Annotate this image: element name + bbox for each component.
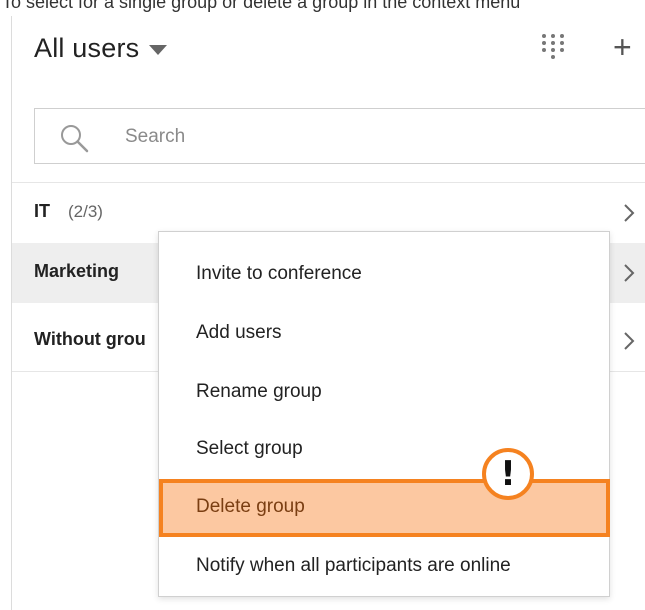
menu-item-label: Notify when all participants are online [196, 555, 511, 576]
menu-item-label: Select group [196, 438, 303, 459]
chevron-right-icon [624, 264, 635, 282]
group-name: IT [34, 201, 50, 221]
menu-item-invite-to-conference[interactable]: Invite to conference [159, 246, 609, 302]
panel-header: All users + [12, 16, 645, 80]
menu-item-label: Invite to conference [196, 263, 362, 284]
search-field [34, 108, 645, 164]
top-caption: To select for a single group or delete a… [2, 0, 521, 12]
menu-item-label: Delete group [196, 496, 305, 517]
search-icon [61, 125, 89, 153]
menu-item-rename-group[interactable]: Rename group [159, 364, 609, 420]
warning-symbol: ! [500, 454, 516, 494]
menu-item-notify-when-online[interactable]: Notify when all participants are online [159, 538, 609, 594]
plus-icon[interactable]: + [613, 31, 632, 63]
menu-item-delete-group[interactable]: Delete group [159, 479, 610, 537]
all-users-dropdown[interactable]: All users [34, 30, 168, 66]
menu-item-select-group[interactable]: Select group [159, 421, 609, 477]
chevron-right-icon [624, 204, 635, 222]
group-name: Marketing [34, 261, 120, 281]
warning-callout-icon: ! [482, 448, 534, 500]
group-name: Without grou [34, 329, 146, 349]
page-title: All users [34, 32, 140, 63]
search-input[interactable] [123, 119, 627, 155]
menu-item-label: Rename group [196, 381, 322, 402]
dialpad-icon[interactable] [540, 33, 566, 61]
group-count: (2/3) [68, 202, 103, 221]
menu-item-label: Add users [196, 322, 282, 343]
menu-item-add-users[interactable]: Add users [159, 305, 609, 361]
caret-down-icon [149, 45, 168, 55]
chevron-right-icon [624, 332, 635, 350]
group-context-menu: Invite to conference Add users Rename gr… [158, 231, 610, 597]
